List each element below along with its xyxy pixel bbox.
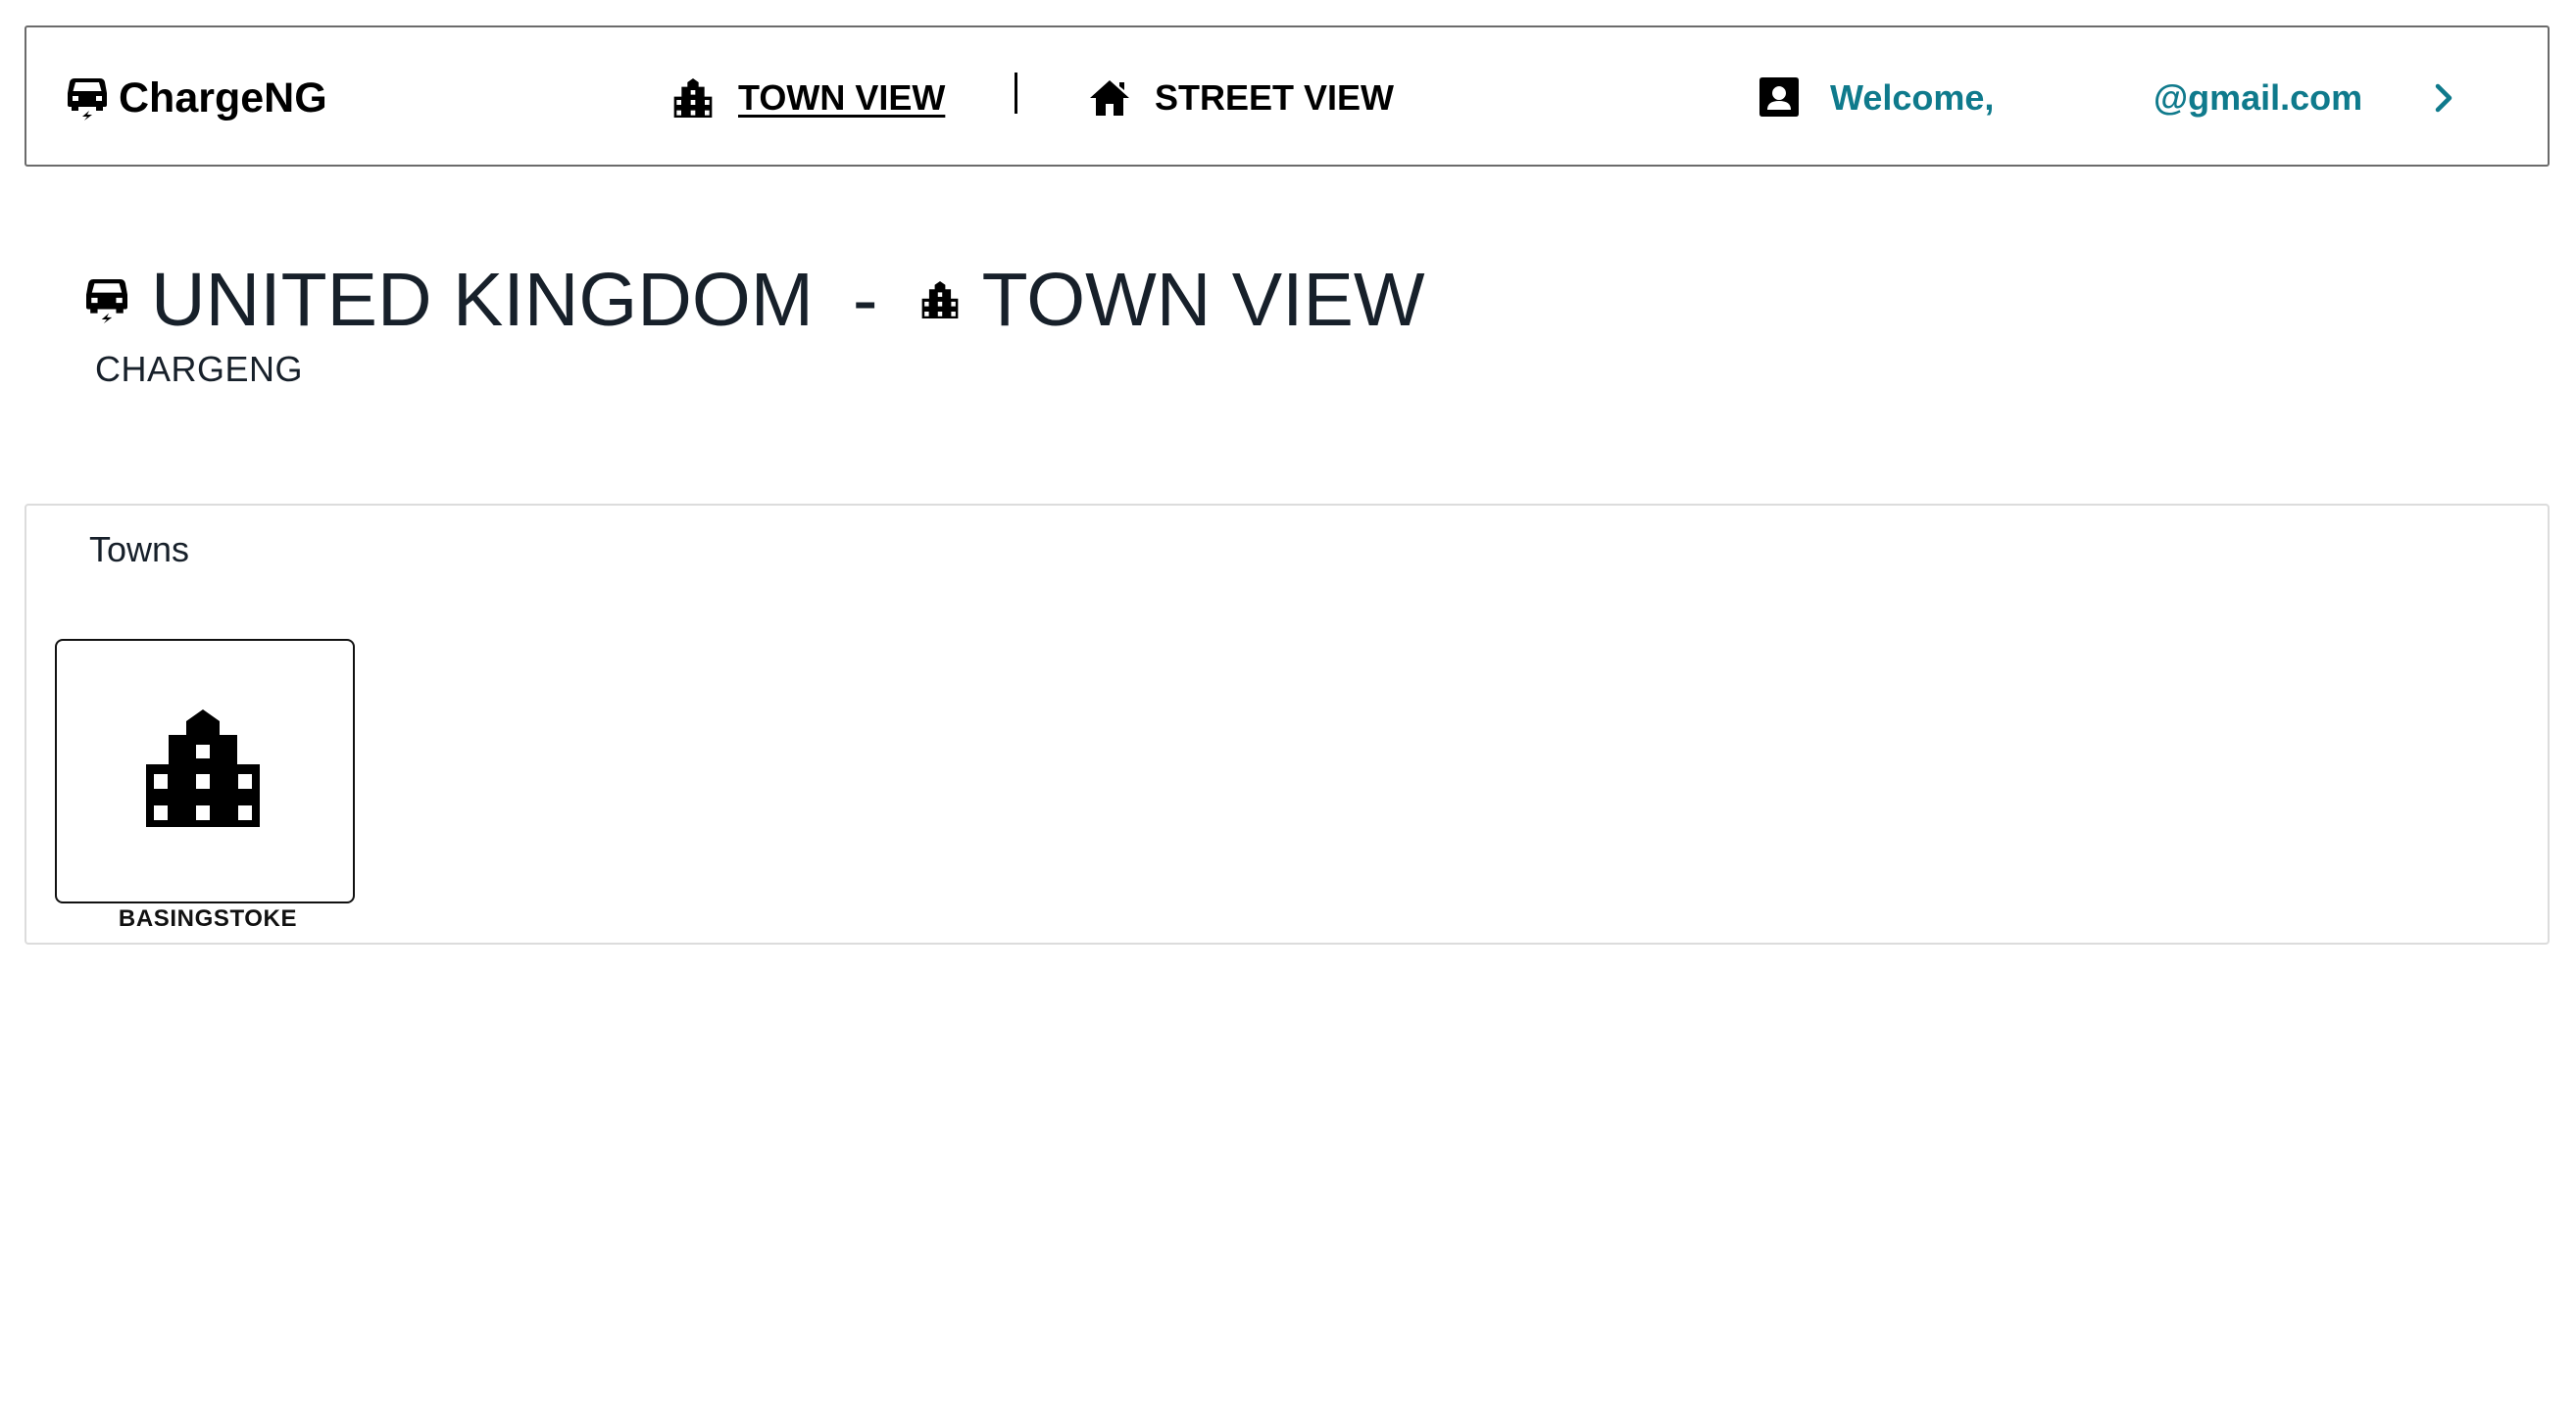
towns-panel-title: Towns (89, 529, 190, 569)
contact-card-icon (1759, 77, 1799, 117)
city-icon (673, 78, 713, 118)
nav-town-view-label: TOWN VIEW (738, 77, 946, 118)
welcome-text: Welcome, (1830, 77, 1995, 118)
page-subtitle: CHARGENG (95, 349, 304, 389)
country-title: UNITED KINGDOM (151, 257, 814, 342)
view-title: TOWN VIEW (981, 257, 1425, 342)
brand-link[interactable]: ChargeNG (68, 69, 327, 127)
brand-name: ChargeNG (119, 73, 327, 122)
page-title: UNITED KINGDOM - TOWN VIEW (86, 253, 1425, 347)
town-label: BASINGSTOKE (118, 905, 298, 932)
city-icon (146, 709, 260, 827)
user-email[interactable]: @gmail.com (2154, 69, 2362, 127)
town-card-basingstoke[interactable] (55, 639, 355, 903)
car-charging-icon (68, 75, 107, 121)
towns-panel: Towns BASINGSTOKE (25, 504, 2550, 945)
home-icon (1090, 78, 1129, 118)
top-navbar: ChargeNG TOWN VIEW STREET VIEW Welcome, … (25, 25, 2550, 167)
car-charging-icon (86, 275, 127, 324)
nav-street-view[interactable]: STREET VIEW (1090, 69, 1394, 127)
title-separator: - (852, 257, 878, 342)
nav-town-view[interactable]: TOWN VIEW (673, 69, 945, 127)
nav-divider (1015, 73, 1017, 114)
chevron-right-icon[interactable] (2426, 80, 2461, 116)
nav-street-view-label: STREET VIEW (1155, 77, 1395, 118)
city-icon (921, 281, 959, 318)
